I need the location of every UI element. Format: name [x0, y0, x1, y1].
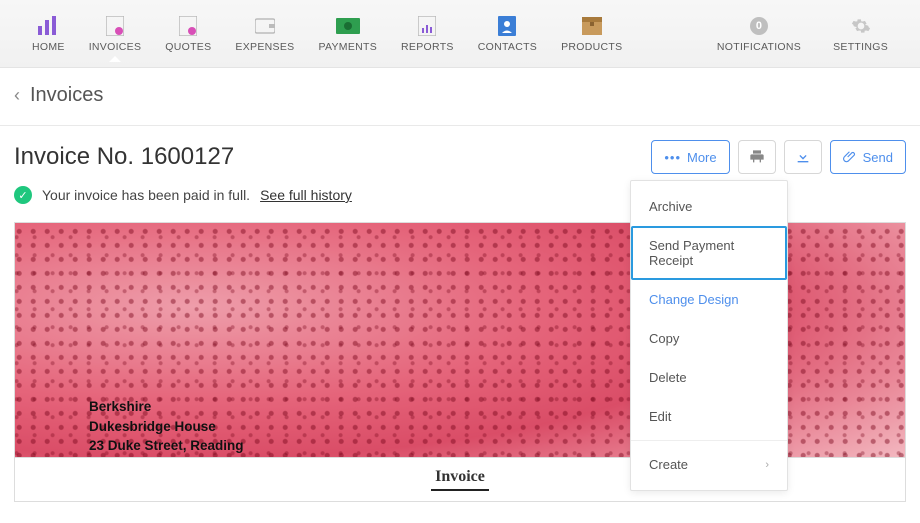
ellipsis-icon: ••• — [664, 150, 681, 165]
nav-right: 0 NOTIFICATIONS SETTINGS — [705, 7, 900, 61]
dd-delete[interactable]: Delete — [631, 358, 787, 397]
box-icon — [580, 15, 604, 37]
more-label: More — [687, 150, 717, 165]
paid-check-icon: ✓ — [14, 186, 32, 204]
nav-notifications[interactable]: 0 NOTIFICATIONS — [705, 7, 813, 61]
dd-change-design[interactable]: Change Design — [631, 280, 787, 319]
nav-notifications-label: NOTIFICATIONS — [717, 41, 801, 53]
top-nav: HOME INVOICES QUOTES EXPENSES PAYMENTS — [0, 0, 920, 68]
nav-home[interactable]: HOME — [20, 7, 77, 61]
notification-badge-icon: 0 — [747, 15, 771, 37]
invoice-doc-icon — [103, 15, 127, 37]
nav-left: HOME INVOICES QUOTES EXPENSES PAYMENTS — [20, 7, 634, 61]
more-dropdown: Archive Send Payment Receipt Change Desi… — [630, 180, 788, 491]
wallet-icon — [253, 15, 277, 37]
notification-count: 0 — [750, 17, 768, 35]
nav-settings-label: SETTINGS — [833, 41, 888, 53]
dd-create-label: Create — [649, 457, 688, 472]
dd-archive-label: Archive — [649, 199, 692, 214]
dd-change-design-label: Change Design — [649, 292, 739, 307]
back-chevron-icon[interactable]: ‹ — [14, 85, 20, 106]
send-label: Send — [863, 150, 893, 165]
contact-icon — [495, 15, 519, 37]
more-button[interactable]: ••• More — [651, 140, 729, 174]
print-button[interactable] — [738, 140, 776, 174]
nav-quotes-label: QUOTES — [165, 41, 211, 53]
invoice-doc-title: Invoice — [431, 468, 489, 491]
nav-reports[interactable]: REPORTS — [389, 7, 466, 61]
nav-settings[interactable]: SETTINGS — [821, 7, 900, 61]
dd-archive[interactable]: Archive — [631, 187, 787, 226]
address-line2: 23 Duke Street, Reading — [89, 436, 244, 456]
dd-create[interactable]: Create › — [631, 445, 787, 484]
report-icon — [415, 15, 439, 37]
dd-edit-label: Edit — [649, 409, 671, 424]
paperclip-icon — [843, 150, 857, 164]
dd-copy-label: Copy — [649, 331, 679, 346]
nav-payments[interactable]: PAYMENTS — [306, 7, 389, 61]
page-header: Invoice No. 1600127 ••• More Send Archiv… — [0, 126, 920, 182]
nav-reports-label: REPORTS — [401, 41, 454, 53]
nav-home-label: HOME — [32, 41, 65, 53]
download-icon — [795, 149, 811, 165]
download-button[interactable] — [784, 140, 822, 174]
nav-contacts-label: CONTACTS — [478, 41, 537, 53]
nav-expenses-label: EXPENSES — [235, 41, 294, 53]
history-link[interactable]: See full history — [260, 187, 352, 203]
nav-products[interactable]: PRODUCTS — [549, 7, 634, 61]
quote-doc-icon — [176, 15, 200, 37]
address-company: Berkshire — [89, 397, 244, 417]
nav-products-label: PRODUCTS — [561, 41, 622, 53]
chevron-right-icon: › — [765, 459, 769, 471]
print-icon — [749, 149, 765, 165]
nav-invoices-label: INVOICES — [89, 41, 142, 53]
status-text: Your invoice has been paid in full. — [42, 187, 250, 203]
nav-payments-label: PAYMENTS — [318, 41, 377, 53]
action-bar: ••• More Send Archive Send Payment Recei… — [651, 140, 906, 174]
dd-copy[interactable]: Copy — [631, 319, 787, 358]
gear-icon — [849, 15, 873, 37]
nav-contacts[interactable]: CONTACTS — [466, 7, 549, 61]
dd-delete-label: Delete — [649, 370, 687, 385]
nav-expenses[interactable]: EXPENSES — [223, 7, 306, 61]
nav-invoices[interactable]: INVOICES — [77, 7, 154, 61]
dd-separator — [631, 440, 787, 441]
dd-send-receipt-label: Send Payment Receipt — [649, 238, 769, 268]
page-title: Invoice No. 1600127 — [14, 143, 234, 171]
address-line1: Dukesbridge House — [89, 417, 244, 437]
money-icon — [336, 15, 360, 37]
dd-edit[interactable]: Edit — [631, 397, 787, 436]
home-bars-icon — [36, 15, 60, 37]
dd-send-receipt[interactable]: Send Payment Receipt — [631, 226, 787, 280]
breadcrumb: ‹ Invoices — [0, 68, 920, 126]
send-button[interactable]: Send — [830, 140, 906, 174]
nav-quotes[interactable]: QUOTES — [153, 7, 223, 61]
breadcrumb-title: Invoices — [30, 84, 103, 107]
